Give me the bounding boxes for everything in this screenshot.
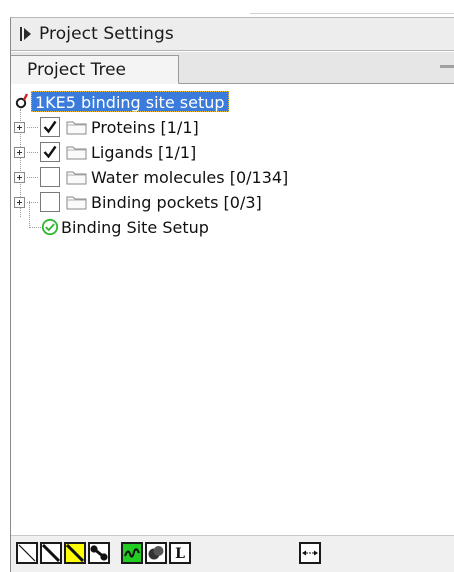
stick-view-icon[interactable] <box>40 542 62 564</box>
expand-icon[interactable] <box>14 171 25 183</box>
expand-icon[interactable] <box>14 196 25 208</box>
tab-bar: Project Tree <box>11 52 454 84</box>
top-strip <box>0 0 454 14</box>
highlight-stick-icon[interactable] <box>64 542 86 564</box>
folder-icon <box>66 121 87 135</box>
tree-item-binding-pockets[interactable]: Binding pockets [0/3] <box>14 191 262 213</box>
surface-view-icon[interactable] <box>145 542 167 564</box>
checkmark-icon <box>43 120 57 134</box>
ribbon-view-icon[interactable] <box>121 542 143 564</box>
folder-icon <box>66 196 87 210</box>
project-tree: 1KE5 binding site setup Proteins [1/1] L… <box>11 85 454 535</box>
expand-icon[interactable] <box>14 146 25 158</box>
tree-root-label[interactable]: 1KE5 binding site setup <box>31 90 229 112</box>
tree-connector <box>27 176 38 178</box>
tree-connector <box>27 151 38 153</box>
line-view-icon[interactable] <box>16 542 38 564</box>
tree-item-binding-site-setup[interactable]: Binding Site Setup <box>41 216 209 238</box>
svg-text:L: L <box>175 546 185 562</box>
tree-item-label: Binding Site Setup <box>61 217 209 237</box>
folder-icon <box>66 146 87 160</box>
tree-connector <box>27 126 38 128</box>
tree-item-ligands[interactable]: Ligands [1/1] <box>14 141 196 163</box>
ball-stick-icon[interactable] <box>88 542 110 564</box>
measure-distance-icon[interactable] <box>299 542 321 564</box>
tree-item-label: Water molecules [0/134] <box>91 167 289 187</box>
folder-icon <box>66 171 87 185</box>
binding-pockets-checkbox[interactable] <box>40 192 60 212</box>
panel-title: Project Settings <box>39 24 174 44</box>
project-root-icon <box>15 92 29 110</box>
minimize-icon[interactable] <box>440 65 454 68</box>
display-style-toolbar: L <box>11 535 454 572</box>
proteins-checkbox[interactable] <box>40 117 60 137</box>
expand-icon[interactable] <box>14 121 25 133</box>
ligands-checkbox[interactable] <box>40 142 60 162</box>
water-molecules-checkbox[interactable] <box>40 167 60 187</box>
collapse-panel-icon[interactable] <box>17 25 35 43</box>
tab-project-tree[interactable]: Project Tree <box>11 55 179 84</box>
check-circle-icon <box>41 218 59 236</box>
top-divider <box>250 13 454 14</box>
tree-item-water-molecules[interactable]: Water molecules [0/134] <box>14 166 288 188</box>
project-settings-window: Project Settings Project Tree 1KE5 bindi… <box>0 0 454 572</box>
checkmark-icon <box>43 145 57 159</box>
tree-item-label: Ligands [1/1] <box>91 142 197 162</box>
tree-connector <box>27 201 38 203</box>
label-icon[interactable]: L <box>169 542 191 564</box>
tree-root-node[interactable]: 1KE5 binding site setup <box>15 90 229 112</box>
panel-header: Project Settings <box>11 18 454 51</box>
tree-item-proteins[interactable]: Proteins [1/1] <box>14 116 199 138</box>
tree-item-label: Proteins [1/1] <box>91 117 199 137</box>
tree-item-label: Binding pockets [0/3] <box>91 192 262 212</box>
